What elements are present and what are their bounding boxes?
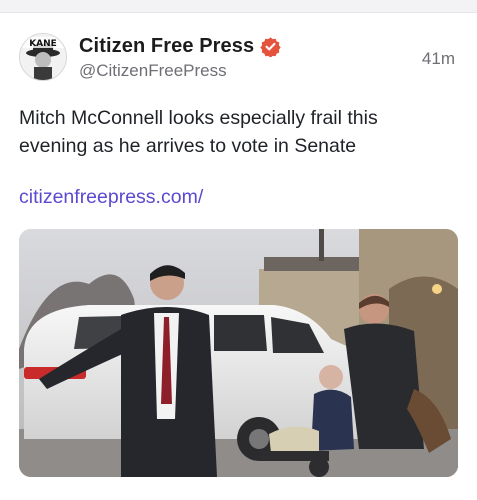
post-link[interactable]: citizenfreepress.com/ <box>19 186 203 209</box>
author-handle[interactable]: @CitizenFreePress <box>79 61 227 81</box>
verified-badge-icon <box>260 36 281 57</box>
post-timestamp[interactable]: 41m <box>422 49 455 69</box>
author-display-name[interactable]: Citizen Free Press <box>79 35 254 58</box>
author-avatar[interactable]: KANE <box>19 33 67 81</box>
kane-avatar-logo: KANE <box>20 34 66 80</box>
author-name-row: Citizen Free Press <box>79 34 281 58</box>
avatar-logo-text: KANE <box>29 39 57 49</box>
news-photo <box>19 229 458 477</box>
post-text: Mitch McConnell looks especially frail t… <box>19 107 378 157</box>
post-media-photo[interactable] <box>19 229 458 477</box>
